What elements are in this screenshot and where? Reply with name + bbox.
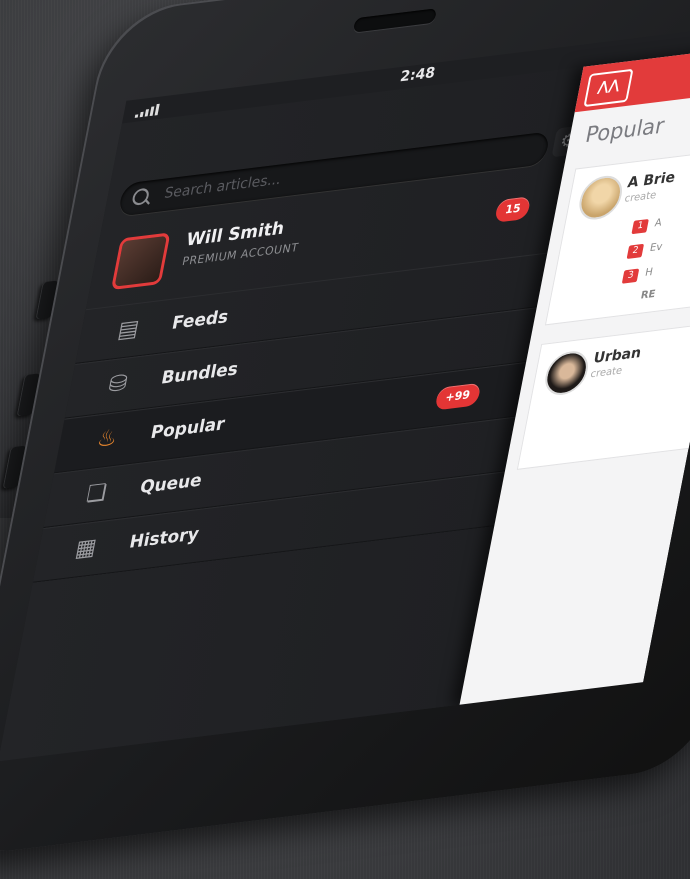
- rank-badge: 1: [631, 218, 649, 235]
- app-logo-icon[interactable]: ⋀⋀: [583, 68, 634, 108]
- ranked-item-text: Ev: [648, 241, 664, 255]
- rank-badge: 3: [621, 268, 640, 284]
- avatar: [110, 232, 171, 291]
- search-placeholder: Search articles...: [162, 171, 283, 203]
- card-subtitle: create: [589, 365, 624, 381]
- popular-count-badge: +99: [434, 382, 481, 411]
- rank-badge: 2: [626, 243, 645, 259]
- ranked-item-text: A: [653, 217, 663, 230]
- article-card[interactable]: Urban create: [516, 319, 690, 470]
- card-title: Urban: [592, 344, 643, 368]
- article-card[interactable]: A Brie create 1 A 2 Ev 3 H RE: [544, 143, 690, 326]
- menu-item-label: Queue: [138, 470, 204, 499]
- card-subtitle: create: [623, 189, 658, 205]
- flame-icon: ♨: [94, 425, 120, 454]
- status-time: 2:48: [398, 64, 437, 86]
- search-icon: [131, 187, 151, 206]
- card-footer[interactable]: RE: [640, 289, 657, 302]
- card-title: A Brie: [626, 169, 677, 192]
- calendar-icon: ▦: [73, 534, 99, 563]
- menu-item-label: Feeds: [170, 306, 231, 335]
- notification-badge: 15: [494, 196, 532, 223]
- newspaper-icon: ▤: [115, 315, 142, 344]
- database-icon: ⛁: [106, 370, 130, 399]
- ranked-item-text: H: [644, 266, 654, 280]
- signal-icon: [134, 103, 160, 118]
- menu-item-label: History: [127, 523, 201, 553]
- phone-mockup: 2:48 Search articles... ⚙ Will Smith PRE…: [0, 0, 690, 859]
- menu-item-label: Bundles: [159, 358, 240, 389]
- page-title: Popular: [583, 113, 667, 148]
- author-avatar: [541, 348, 592, 398]
- author-avatar: [575, 173, 626, 222]
- layers-icon: ❏: [84, 479, 109, 508]
- menu-item-label: Popular: [148, 413, 227, 444]
